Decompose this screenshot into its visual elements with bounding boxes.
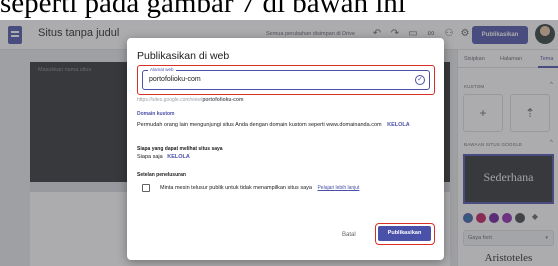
learn-more-link[interactable]: Pelajari lebih lanjut [317, 185, 359, 191]
visibility-heading: Siapa yang dapat melihat situs saya [137, 146, 223, 152]
web-address-label: Alamat web [148, 67, 176, 72]
publish-highlight: Publikasikan [375, 223, 435, 245]
hide-from-search-checkbox[interactable] [142, 184, 150, 192]
custom-domain-row: Permudah orang lain mengunjungi situs An… [137, 122, 410, 128]
search-settings-row: Minta mesin telusur publik untuk tidak m… [160, 185, 359, 191]
custom-domain-text: Permudah orang lain mengunjungi situs An… [137, 122, 382, 128]
search-settings-heading: Setelan penelusuran [137, 172, 186, 178]
manage-visibility-link[interactable]: KELOLA [167, 154, 190, 160]
visibility-row: Siapa saja KELOLA [137, 154, 190, 160]
hide-from-search-label: Minta mesin telusur publik untuk tidak m… [160, 185, 312, 191]
web-address-input[interactable]: Alamat web portofolioku-com ✓ [142, 67, 430, 90]
caption-text: seperti pada gambar 7 di bawah ini [0, 0, 406, 19]
visibility-value: Siapa saja [137, 154, 163, 160]
full-url: https://sites.google.com/view/portofolio… [137, 97, 243, 103]
dialog-publish-button[interactable]: Publikasikan [378, 226, 431, 241]
custom-domain-heading: Domain kustom [137, 111, 175, 117]
manage-domain-link[interactable]: KELOLA [387, 122, 410, 128]
check-circle-icon: ✓ [415, 75, 425, 85]
publish-dialog: Publikasikan di web Alamat web portofoli… [127, 38, 444, 260]
url-prefix: https://sites.google.com/view/ [137, 97, 203, 103]
url-highlight: Alamat web portofolioku-com ✓ [137, 65, 435, 95]
url-suffix: portofolioku-com [202, 97, 244, 103]
cancel-button[interactable]: Batal [342, 232, 356, 238]
web-address-value[interactable]: portofolioku-com [149, 76, 201, 83]
dialog-title: Publikasikan di web [137, 50, 230, 62]
screenshot: Situs tanpa judul Semua perubahan disimp… [0, 20, 558, 266]
